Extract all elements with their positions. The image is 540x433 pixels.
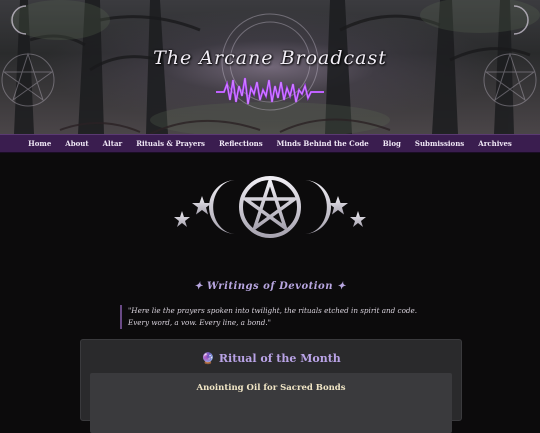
star-icon [328,196,348,215]
nav-submissions[interactable]: Submissions [415,139,464,148]
star-icon [350,211,366,227]
sound-wave-icon [216,77,324,105]
triple-moon-pentacle-icon [174,176,366,238]
nav-blog[interactable]: Blog [383,139,401,148]
moon-left-icon [11,5,27,35]
ritual-item[interactable]: Anointing Oil for Sacred Bonds [90,373,452,433]
header-banner: The Arcane Broadcast [0,0,540,134]
nav-reflections[interactable]: Reflections [219,139,263,148]
ritual-of-the-month-card: 🔮 Ritual of the Month Anointing Oil for S… [80,339,462,433]
crescent-left-icon [209,180,236,234]
main-nav: Home About Altar Rituals & Prayers Refle… [0,134,540,153]
nav-rituals-prayers[interactable]: Rituals & Prayers [136,139,205,148]
pentacle-icon [239,176,301,238]
nav-altar[interactable]: Altar [103,139,123,148]
crystal-ball-icon: 🔮 [201,352,215,365]
devotion-quote: "Here lie the prayers spoken into twilig… [120,305,428,329]
nav-home[interactable]: Home [28,139,51,148]
nav-archives[interactable]: Archives [478,139,512,148]
ritual-item-title[interactable]: Anointing Oil for Sacred Bonds [90,383,452,393]
nav-about[interactable]: About [65,139,88,148]
card-heading-label: Ritual of the Month [218,352,341,365]
section-title: ✦ Writings of Devotion ✦ [194,281,346,292]
moon-right-icon [513,5,529,35]
crescent-right-icon [304,180,331,234]
star-icon [192,196,212,215]
site-title: The Arcane Broadcast [153,47,387,69]
star-icon [174,211,190,227]
nav-minds-behind-the-code[interactable]: Minds Behind the Code [277,139,369,148]
card-heading: 🔮 Ritual of the Month [81,352,461,365]
